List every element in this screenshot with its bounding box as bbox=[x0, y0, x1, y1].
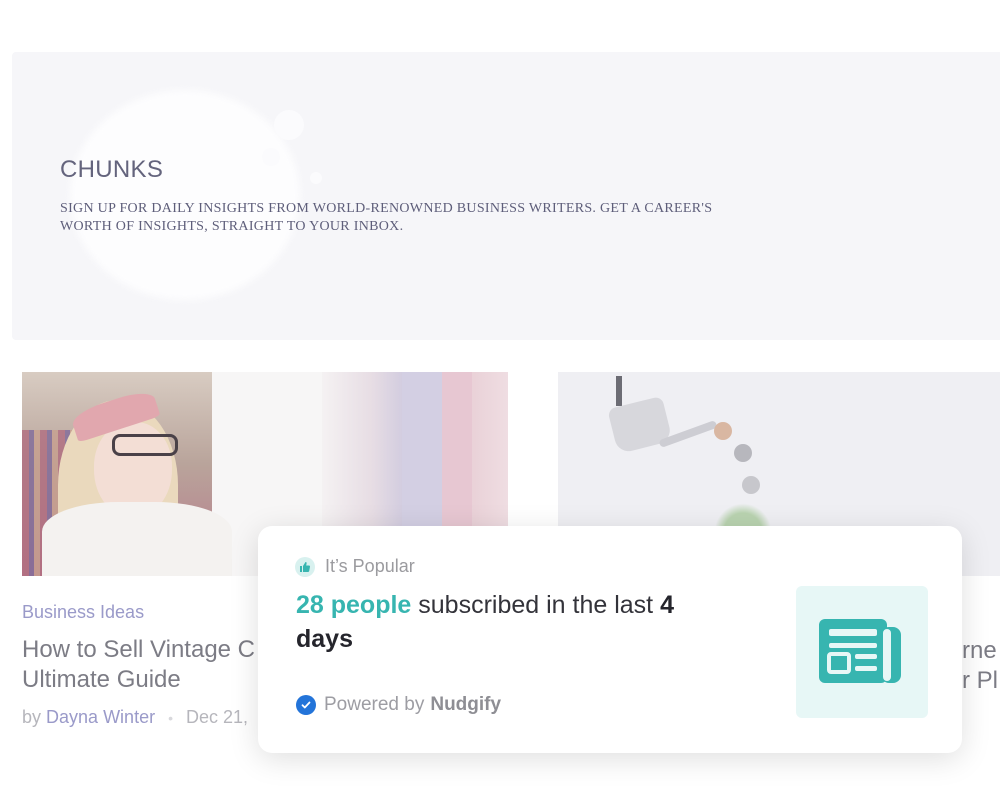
newsletter-banner[interactable]: CHUNKS SIGN UP FOR DAILY INSIGHTS FROM W… bbox=[12, 52, 1000, 340]
message-text: subscribed in the last bbox=[411, 591, 661, 619]
check-circle-icon bbox=[296, 695, 316, 715]
notification-message: 28 people subscribed in the last 4 days bbox=[296, 588, 736, 656]
popular-label: It’s Popular bbox=[325, 556, 415, 576]
powered-by[interactable]: Powered by Nudgify bbox=[296, 694, 501, 716]
newspaper-icon bbox=[796, 586, 928, 718]
subscriber-count: 28 people bbox=[296, 591, 412, 619]
article-title[interactable]: rne r Pl bbox=[962, 636, 998, 696]
by-label: by bbox=[22, 707, 42, 727]
powered-by-label: Powered by bbox=[324, 694, 425, 715]
article-author[interactable]: Dayna Winter bbox=[46, 707, 155, 727]
thumbs-up-icon bbox=[295, 556, 315, 577]
banner-description: SIGN UP FOR DAILY INSIGHTS FROM WORLD-RE… bbox=[60, 201, 713, 234]
article-title-line: rne bbox=[962, 637, 997, 664]
decorative-dot bbox=[262, 148, 280, 166]
meta-separator: • bbox=[168, 710, 173, 726]
brand-name[interactable]: Nudgify bbox=[430, 694, 501, 716]
article-title-line: r Pl bbox=[962, 667, 998, 694]
popular-tag: It’s Popular bbox=[295, 556, 415, 577]
banner-title: CHUNKS bbox=[60, 156, 164, 183]
social-proof-notification[interactable]: It’s Popular 28 people subscribed in the… bbox=[258, 526, 962, 753]
decorative-blob bbox=[70, 90, 300, 300]
decorative-dot bbox=[274, 110, 304, 140]
decorative-dot bbox=[310, 172, 322, 184]
article-date: Dec 21, bbox=[186, 707, 249, 727]
